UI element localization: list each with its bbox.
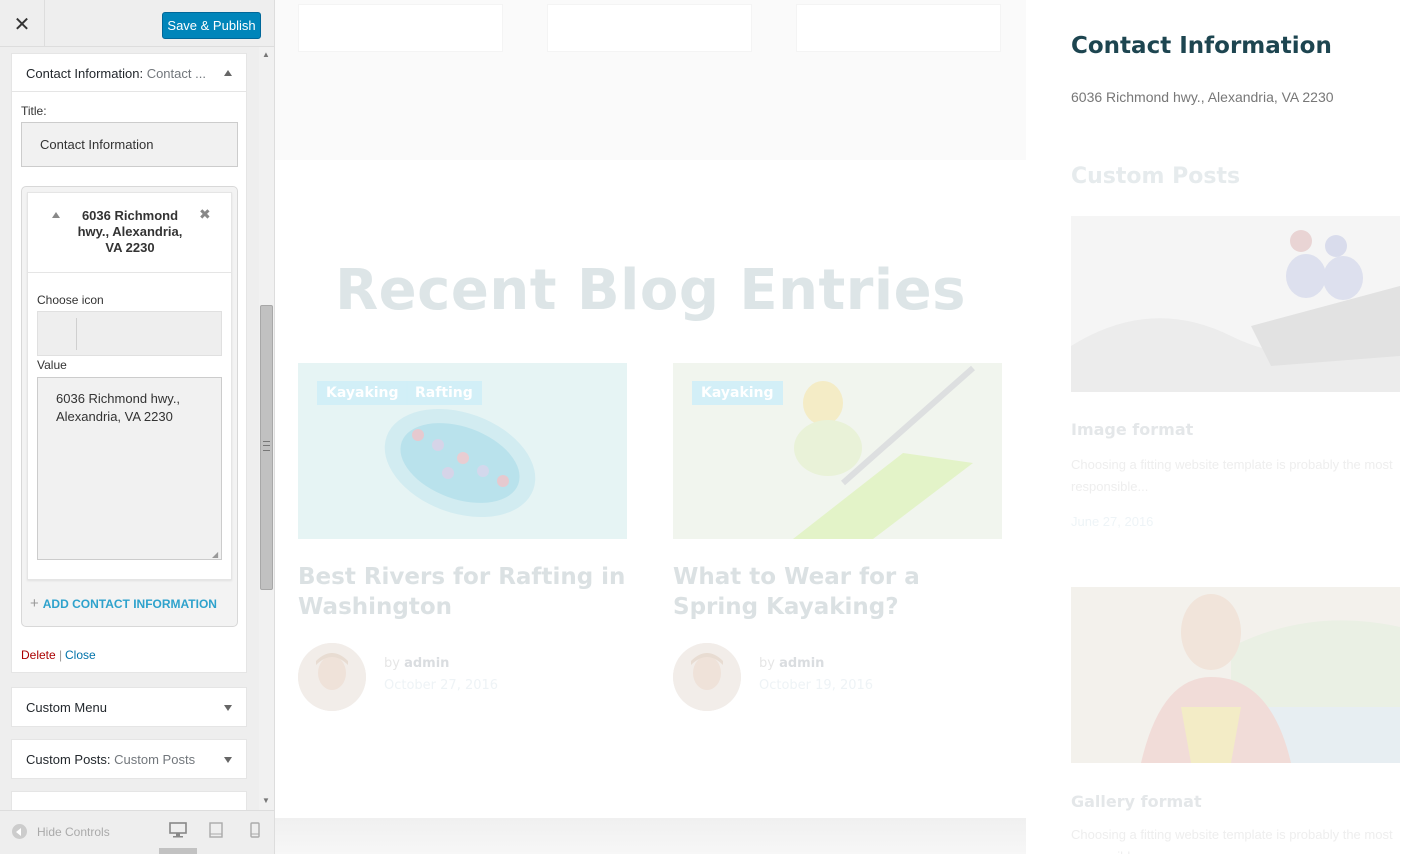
customizer-header: ✕ Save & Publish xyxy=(0,0,274,47)
collapse-arrow-icon[interactable] xyxy=(224,70,232,76)
expand-arrow-icon[interactable] xyxy=(224,757,232,763)
widget-custom-posts[interactable]: Custom Posts: Custom Posts xyxy=(11,739,247,779)
active-device-indicator xyxy=(159,848,197,854)
customizer-sidebar: ✕ Save & Publish ▲ ▼ Contact Information… xyxy=(0,0,275,854)
icon-picker[interactable] xyxy=(37,311,222,356)
title-input[interactable]: Contact Information xyxy=(21,122,238,167)
plus-icon: + xyxy=(30,595,39,612)
scroll-down-arrow-icon[interactable]: ▼ xyxy=(262,796,270,805)
author-avatar xyxy=(298,643,366,711)
post-image-rafting[interactable]: Kayaking Rafting xyxy=(298,363,627,539)
delete-widget-link[interactable]: Delete xyxy=(21,648,56,662)
save-publish-button[interactable]: Save & Publish xyxy=(162,12,261,39)
top-tile xyxy=(547,4,752,52)
widget-custom-menu[interactable]: Custom Menu xyxy=(11,687,247,727)
post-byline: by admin xyxy=(759,656,824,671)
contact-address: 6036 Richmond hwy., Alexandria, VA 2230 xyxy=(1071,89,1334,105)
widget-title: Custom Posts: xyxy=(26,752,111,767)
top-tile xyxy=(796,4,1001,52)
widget-subtitle: Contact ... xyxy=(146,66,206,81)
author-avatar xyxy=(673,643,741,711)
byline-prefix: by xyxy=(384,656,400,671)
post-title[interactable]: Best Rivers for Rafting in Washington xyxy=(298,562,627,622)
expand-arrow-icon[interactable] xyxy=(224,705,232,711)
side-post-excerpt: Choosing a fitting website template is p… xyxy=(1071,827,1393,854)
post-author[interactable]: admin xyxy=(404,656,449,671)
site-preview: Recent Blog Entries Kayaking Rafting Bes… xyxy=(275,0,1419,854)
post-tag[interactable]: Kayaking xyxy=(692,381,783,405)
mobile-preview-icon[interactable] xyxy=(244,820,266,840)
widget-title: Contact Information: xyxy=(26,66,144,81)
post-tag[interactable]: Rafting xyxy=(406,381,482,405)
post-title[interactable]: What to Wear for a Spring Kayaking? xyxy=(673,562,1002,622)
choose-icon-label: Choose icon xyxy=(37,293,104,307)
value-label: Value xyxy=(37,358,67,372)
top-tile xyxy=(298,4,503,52)
blog-section-heading: Recent Blog Entries xyxy=(335,258,966,323)
side-post-excerpt: Choosing a fitting website template is p… xyxy=(1071,457,1393,494)
widget-custom-posts-header[interactable]: Custom Posts: Custom Posts xyxy=(12,740,246,778)
tablet-preview-icon[interactable] xyxy=(205,820,227,840)
custom-posts-heading: Custom Posts xyxy=(1071,164,1241,189)
side-post-title[interactable]: Gallery format xyxy=(1071,792,1202,811)
widget-title: Custom Menu xyxy=(26,700,107,715)
add-contact-label: ADD CONTACT INFORMATION xyxy=(42,597,217,611)
post-tag[interactable]: Kayaking xyxy=(317,381,408,405)
contact-information-heading: Contact Information xyxy=(1071,33,1332,59)
preview-bottom-section xyxy=(275,818,1026,854)
close-icon: ✕ xyxy=(13,11,31,36)
widget-custom-menu-header[interactable]: Custom Menu xyxy=(12,688,246,726)
close-widget-link[interactable]: Close xyxy=(65,648,96,662)
link-separator: | xyxy=(59,648,63,662)
hide-controls-button[interactable]: Hide Controls xyxy=(12,824,110,839)
value-textarea[interactable]: 6036 Richmond hwy., Alexandria, VA 2230 xyxy=(37,377,222,560)
add-contact-information-button[interactable]: + ADD CONTACT INFORMATION xyxy=(30,595,217,612)
collapse-sidebar-icon xyxy=(12,824,27,839)
close-customizer-button[interactable]: ✕ xyxy=(0,0,45,47)
widget-contact-header[interactable]: Contact Information: Contact ... xyxy=(12,54,246,92)
side-post-image[interactable] xyxy=(1071,587,1400,763)
side-post-date[interactable]: June 27, 2016 xyxy=(1071,514,1153,529)
post-image-kayaking[interactable]: Kayaking xyxy=(673,363,1002,539)
desktop-preview-icon[interactable] xyxy=(167,820,189,840)
preview-top-section xyxy=(275,0,1026,160)
textarea-resize-icon[interactable]: ◢ xyxy=(212,550,218,559)
widget-subtitle: Custom Posts xyxy=(114,752,196,767)
icon-picker-divider xyxy=(76,318,77,350)
hide-controls-label: Hide Controls xyxy=(37,824,110,839)
byline-prefix: by xyxy=(759,656,775,671)
post-byline: by admin xyxy=(384,656,449,671)
remove-item-icon[interactable]: ✖ xyxy=(199,207,211,223)
contact-item-title: 6036 Richmond hwy., Alexandria, VA 2230 xyxy=(77,208,183,255)
post-date[interactable]: October 27, 2016 xyxy=(384,678,498,693)
scrollbar-grip-icon xyxy=(263,441,270,451)
side-post-title[interactable]: Image format xyxy=(1071,420,1193,439)
post-date[interactable]: October 19, 2016 xyxy=(759,678,873,693)
scroll-up-arrow-icon[interactable]: ▲ xyxy=(262,50,270,59)
side-post-image[interactable] xyxy=(1071,216,1400,392)
post-author[interactable]: admin xyxy=(779,656,824,671)
item-collapse-arrow-icon[interactable] xyxy=(52,212,60,218)
title-field-label: Title: xyxy=(21,104,47,118)
